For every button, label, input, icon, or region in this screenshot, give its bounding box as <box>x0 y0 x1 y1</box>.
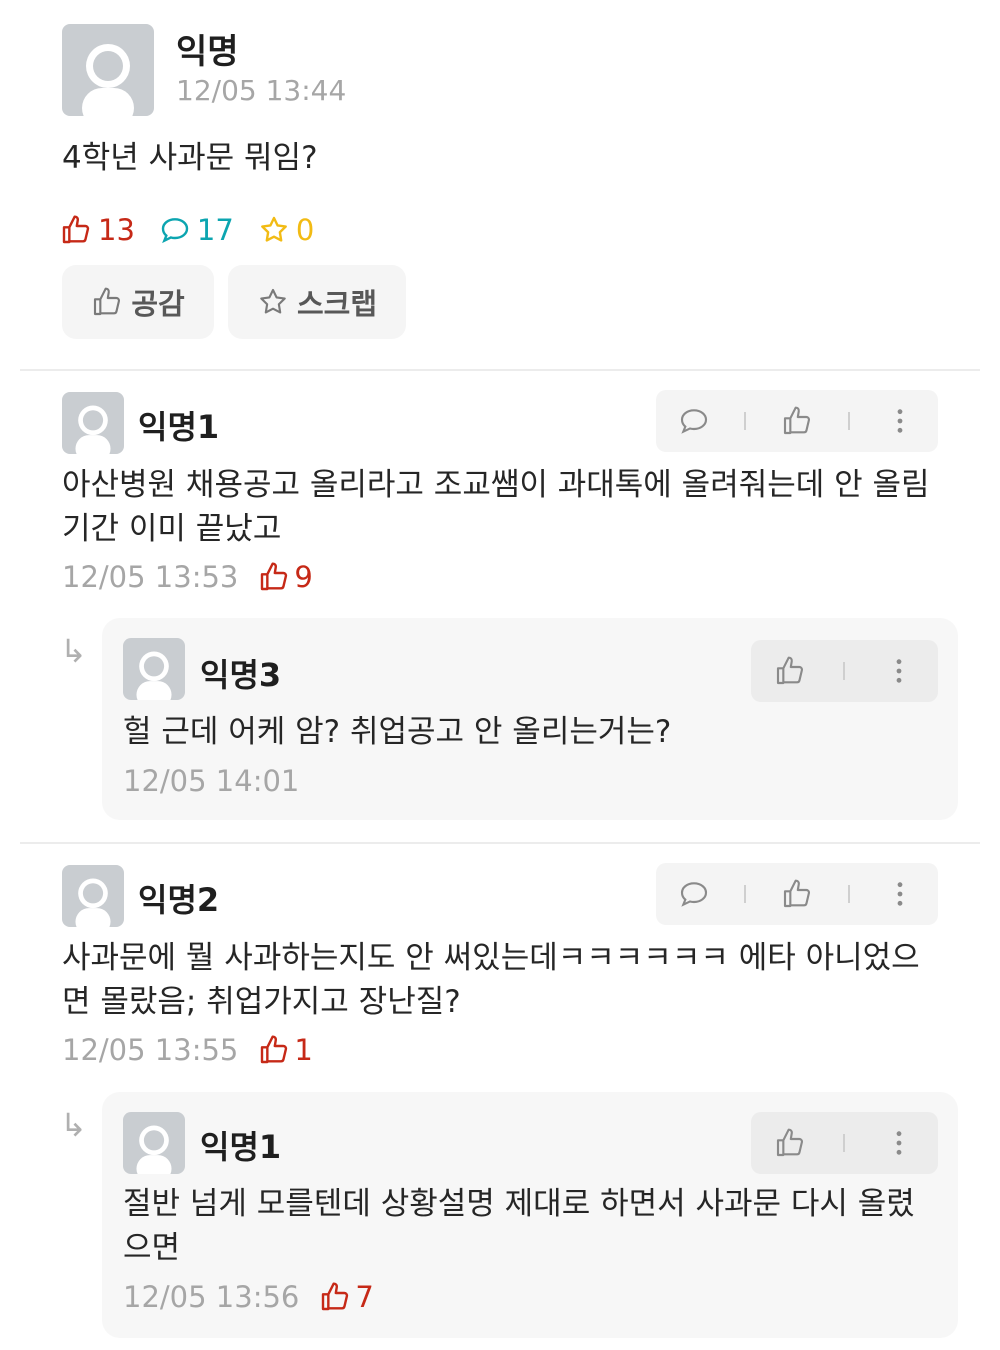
comment-author: 익명1 <box>138 408 220 446</box>
user-silhouette-icon <box>82 44 134 116</box>
speech-bubble-icon <box>680 409 707 434</box>
thumbs-up-icon <box>777 656 804 685</box>
toolbar-separator <box>847 412 850 430</box>
comment-body: 아산병원 채용공고 올리라고 조교쌤이 과대톡에 올려줘는데 안 올림 기간 이… <box>62 467 930 547</box>
thumbs-up-icon <box>94 287 121 316</box>
thumbs-up-icon <box>322 1282 349 1311</box>
user-silhouette-icon <box>75 878 111 927</box>
more-vertical-icon <box>897 409 903 433</box>
like-button[interactable]: 공감 <box>62 265 214 339</box>
toolbar-separator <box>744 885 747 903</box>
more-options-button[interactable] <box>875 396 925 446</box>
toolbar-separator <box>744 412 747 430</box>
reply-like-button[interactable] <box>765 1118 815 1168</box>
reply-author: 익명3 <box>200 656 282 694</box>
post-time: 12/05 13:44 <box>176 74 347 107</box>
post-body: 4학년 사과문 뭐임? <box>62 140 318 176</box>
star-icon <box>260 216 287 242</box>
comment-like-button[interactable] <box>772 396 822 446</box>
comment-body: 사과문에 뭘 사과하는지도 안 써있는데ㅋㅋㅋㅋㅋㅋ 에타 아니었으면 몰랐음;… <box>62 940 920 1020</box>
reply-body: 헐 근데 어케 암? 취업공고 안 올리는거는? <box>123 714 672 750</box>
post-stats: 13 17 0 <box>60 210 338 250</box>
reply-arrow-icon: ↳ <box>60 1106 87 1144</box>
reply-like-count: 7 <box>319 1280 374 1314</box>
comment-like-count: 9 <box>258 560 313 594</box>
thumbs-up-icon <box>261 1035 288 1064</box>
reply-body: 절반 넘게 모를텐데 상황설명 제대로 하면서 사과문 다시 올렸으면 <box>123 1186 915 1266</box>
post-scrap-count: 0 <box>258 213 314 247</box>
star-icon <box>260 288 286 314</box>
more-options-button[interactable] <box>874 646 924 696</box>
toolbar-separator <box>843 662 846 680</box>
more-options-button[interactable] <box>874 1118 924 1168</box>
reply-toolbar <box>751 1112 938 1174</box>
like-count-value: 1 <box>294 1033 313 1067</box>
more-options-button[interactable] <box>875 869 925 919</box>
more-vertical-icon <box>897 882 903 906</box>
reply-time: 12/05 14:01 <box>123 764 300 798</box>
comment-toolbar <box>656 863 938 925</box>
comment-like-button[interactable] <box>772 869 822 919</box>
more-vertical-icon <box>896 659 902 683</box>
user-silhouette-icon <box>136 651 172 700</box>
comment-count-value: 17 <box>196 213 234 247</box>
like-count-value: 13 <box>98 213 135 247</box>
speech-bubble-icon <box>680 882 707 907</box>
reply-button[interactable] <box>669 396 719 446</box>
comment-avatar <box>62 865 124 927</box>
like-count-value: 7 <box>355 1280 374 1314</box>
user-silhouette-icon <box>75 405 111 454</box>
reply-meta: 12/05 13:56 7 <box>123 1280 374 1314</box>
reply-button[interactable] <box>669 869 719 919</box>
thumbs-up-icon <box>62 215 90 244</box>
reply-meta: 12/05 14:01 <box>123 764 299 798</box>
comment-author: 익명2 <box>138 881 220 919</box>
post-avatar <box>62 24 154 116</box>
speech-bubble-icon <box>161 218 189 244</box>
scrap-count-value: 0 <box>295 213 315 247</box>
comment-meta: 12/05 13:53 9 <box>62 560 313 594</box>
thumbs-up-icon <box>777 1128 804 1157</box>
comment-toolbar <box>656 390 938 452</box>
reply-author: 익명1 <box>200 1128 282 1166</box>
scrap-button[interactable]: 스크랩 <box>228 265 406 339</box>
more-vertical-icon <box>896 1131 902 1155</box>
toolbar-separator <box>843 1134 846 1152</box>
scrap-button-label: 스크랩 <box>296 287 378 321</box>
comment-time: 12/05 13:53 <box>62 560 239 594</box>
reply-arrow-icon: ↳ <box>60 632 87 670</box>
thumbs-up-icon <box>261 562 288 591</box>
like-button-label: 공감 <box>131 287 185 321</box>
reply-avatar <box>123 638 185 700</box>
thumbs-up-icon <box>783 406 810 435</box>
divider <box>20 842 980 844</box>
thumbs-up-icon <box>783 879 810 908</box>
divider <box>20 369 980 371</box>
reply-toolbar <box>751 640 938 702</box>
comment-avatar <box>62 392 124 454</box>
post-comment-count: 17 <box>159 213 234 247</box>
reply-like-button[interactable] <box>765 646 815 696</box>
reply-time: 12/05 13:56 <box>123 1280 300 1314</box>
reply-avatar <box>123 1112 185 1174</box>
toolbar-separator <box>847 885 850 903</box>
user-silhouette-icon <box>136 1125 172 1174</box>
post-like-count: 13 <box>60 213 135 247</box>
comment-time: 12/05 13:55 <box>62 1033 239 1067</box>
comment-like-count: 1 <box>258 1033 313 1067</box>
post-author: 익명 <box>176 32 239 72</box>
comment-meta: 12/05 13:55 1 <box>62 1033 313 1067</box>
like-count-value: 9 <box>294 560 313 594</box>
